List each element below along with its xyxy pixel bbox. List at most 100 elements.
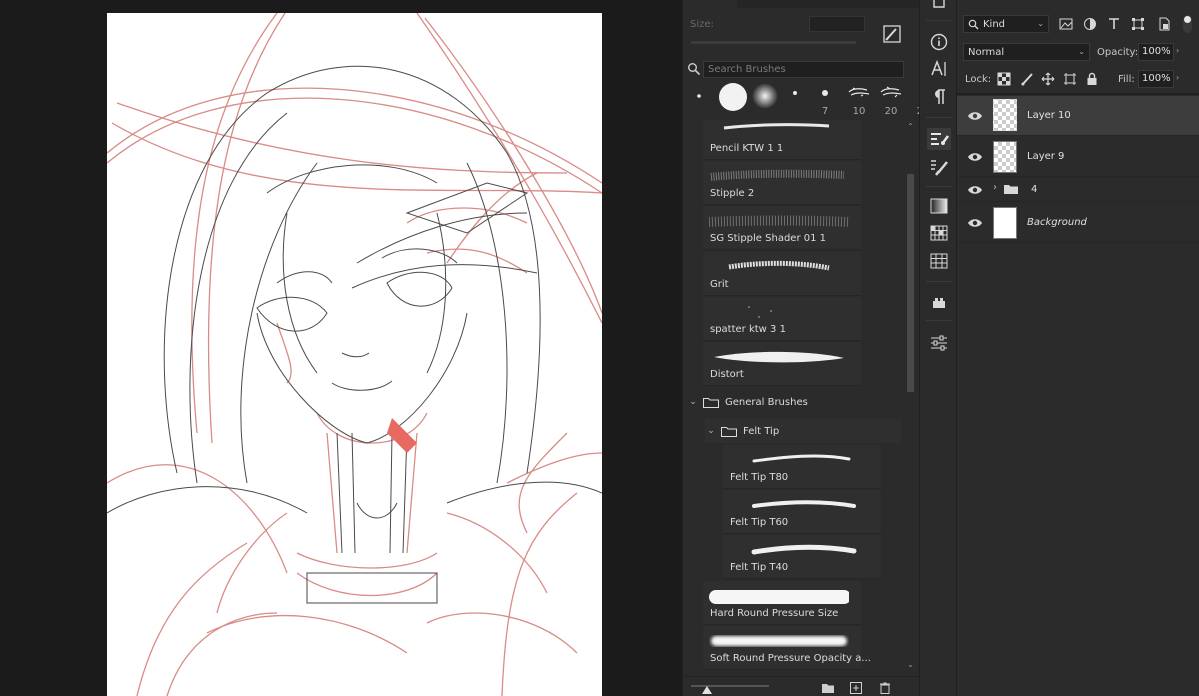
info-button[interactable] [927,31,951,53]
brush-item[interactable]: SG Stipple Shader 01 1 [703,206,861,250]
brush-stroke-preview [748,306,772,318]
brush-item[interactable]: Stipple 2 [703,161,861,205]
preset-tiny-dot[interactable] [687,82,715,118]
canvas-area[interactable] [0,0,682,696]
eye-icon[interactable] [967,110,983,122]
brush-search-input[interactable] [703,61,904,78]
brush-search-row [687,61,907,79]
brush-tip-button[interactable] [881,23,903,45]
divider [957,93,1199,95]
character-icon [931,60,946,76]
brushes-button[interactable] [927,156,951,178]
preset-soft-round[interactable] [751,82,783,118]
chevron-right-icon[interactable]: › [1176,46,1179,55]
layer-row-layer-9[interactable]: Layer 9 [957,137,1199,177]
slider-handle-icon[interactable] [701,685,713,695]
brush-stroke-preview [714,351,844,363]
brush-item[interactable]: Grit [703,252,861,296]
brush-stroke-preview [711,636,847,646]
brush-settings-button[interactable] [927,128,951,150]
eye-icon[interactable] [967,217,983,229]
swatches-button[interactable] [927,222,951,244]
brushes-bottom-bar [683,676,920,696]
size-slider[interactable] [691,41,856,44]
new-group-folder-icon[interactable] [821,682,835,694]
lock-image-pixels-icon[interactable] [1020,72,1034,86]
new-brush-icon[interactable] [849,682,863,694]
preset-7[interactable]: 7 [783,82,828,118]
brush-item[interactable]: Felt Tip T60 [723,490,881,534]
divider [926,186,952,187]
layer-group-4[interactable]: › 4 [957,178,1199,202]
brush-item[interactable]: spatter ktw 3 1 [703,297,861,341]
brush-item[interactable]: Felt Tip T80 [723,445,881,489]
opacity-label: Opacity: [1097,47,1139,58]
preset-hard-round[interactable] [715,82,751,118]
lock-position-icon[interactable] [1041,72,1055,86]
size-input[interactable] [809,16,865,32]
patterns-icon [930,253,948,269]
document-canvas[interactable] [107,13,602,696]
patterns-button[interactable] [927,250,951,272]
brush-stroke-preview [723,123,830,130]
adjustment-layer-filter-icon[interactable] [1083,17,1097,31]
preset-20[interactable]: 20 [843,82,897,118]
lock-all-icon[interactable] [1085,72,1099,86]
brush-item[interactable]: Hard Round Pressure Size [703,581,861,625]
trash-icon[interactable] [878,682,892,694]
group-felt-tip[interactable]: ⌄ Felt Tip [705,419,901,443]
brush-item[interactable]: Pencil KTW 1 1 [703,120,861,160]
lock-artboard-icon[interactable] [1063,72,1077,86]
filter-toggle-switch[interactable] [1183,15,1192,33]
blend-mode-select[interactable]: Normal ⌄ [963,43,1090,61]
chevron-up-icon[interactable]: ⌃ [905,122,916,132]
eye-icon[interactable] [967,184,983,196]
brushes-panel: Size: Search Brushes 7 10 20 Pencil KTW … [682,0,929,696]
layer-name: Layer 10 [1027,110,1071,121]
lock-transparent-pixels-icon[interactable] [997,72,1011,86]
preset-dot-icon [697,94,701,98]
smart-object-filter-icon[interactable] [1157,17,1171,31]
adjustments-button[interactable] [927,332,951,354]
brush-stroke-preview [751,544,857,555]
layer-name: Layer 9 [1027,151,1065,162]
layer-row-background[interactable]: Background [957,203,1199,243]
brush-list[interactable]: Pencil KTW 1 1 Stipple 2 SG Stipple Shad… [683,120,903,676]
character-button[interactable] [927,58,951,80]
gradients-button[interactable] [927,195,951,217]
pixel-layer-filter-icon[interactable] [1059,17,1073,31]
chevron-right-icon[interactable]: › [993,182,997,193]
photoshop-window: Size: Search Brushes 7 10 20 Pencil KTW … [0,0,1199,696]
chevron-down-icon[interactable]: ⌄ [687,397,699,407]
chevron-down-icon: ⌄ [1078,47,1085,56]
eye-icon[interactable] [967,151,983,163]
brush-stroke-preview [709,590,849,604]
chevron-right-icon[interactable]: › [1176,73,1179,82]
divider [926,117,952,118]
fill-input[interactable]: 100% [1138,70,1174,88]
brush-size-row: Size: [689,14,914,44]
paragraph-button[interactable] [927,86,951,108]
brush-item[interactable]: Soft Round Pressure Opacity a... [703,626,871,670]
scroll-thumb[interactable] [907,174,914,392]
chevron-down-icon[interactable]: ⌄ [705,426,717,436]
layer-row-layer-10[interactable]: Layer 10 [957,96,1199,136]
brush-stroke-preview [752,454,851,463]
chevron-down-icon[interactable]: ⌄ [905,660,916,670]
blend-mode-value: Normal [968,46,1005,58]
brush-item[interactable]: Felt Tip T40 [723,535,881,579]
shape-layer-filter-icon[interactable] [1131,17,1145,31]
opacity-input[interactable]: 100% [1138,43,1174,61]
layer-kind-filter-select[interactable]: Kind ⌄ [963,15,1049,33]
preset-10[interactable]: 10 [811,82,865,118]
preset-25[interactable]: 25 [875,82,929,118]
brush-label: Grit [710,279,729,290]
history-button[interactable] [927,0,951,12]
type-layer-filter-icon[interactable] [1107,17,1121,31]
brush-item[interactable]: Distort [703,342,861,386]
group-general-brushes[interactable]: ⌄ General Brushes [687,390,901,414]
layers-panel: Kind ⌄ Normal ⌄ Opacity: 100% › Lock: Fi… [957,0,1199,696]
group-label: General Brushes [725,396,808,408]
libraries-button[interactable] [927,292,951,314]
brush-list-scrollbar[interactable]: ⌃ ⌄ [905,120,916,670]
